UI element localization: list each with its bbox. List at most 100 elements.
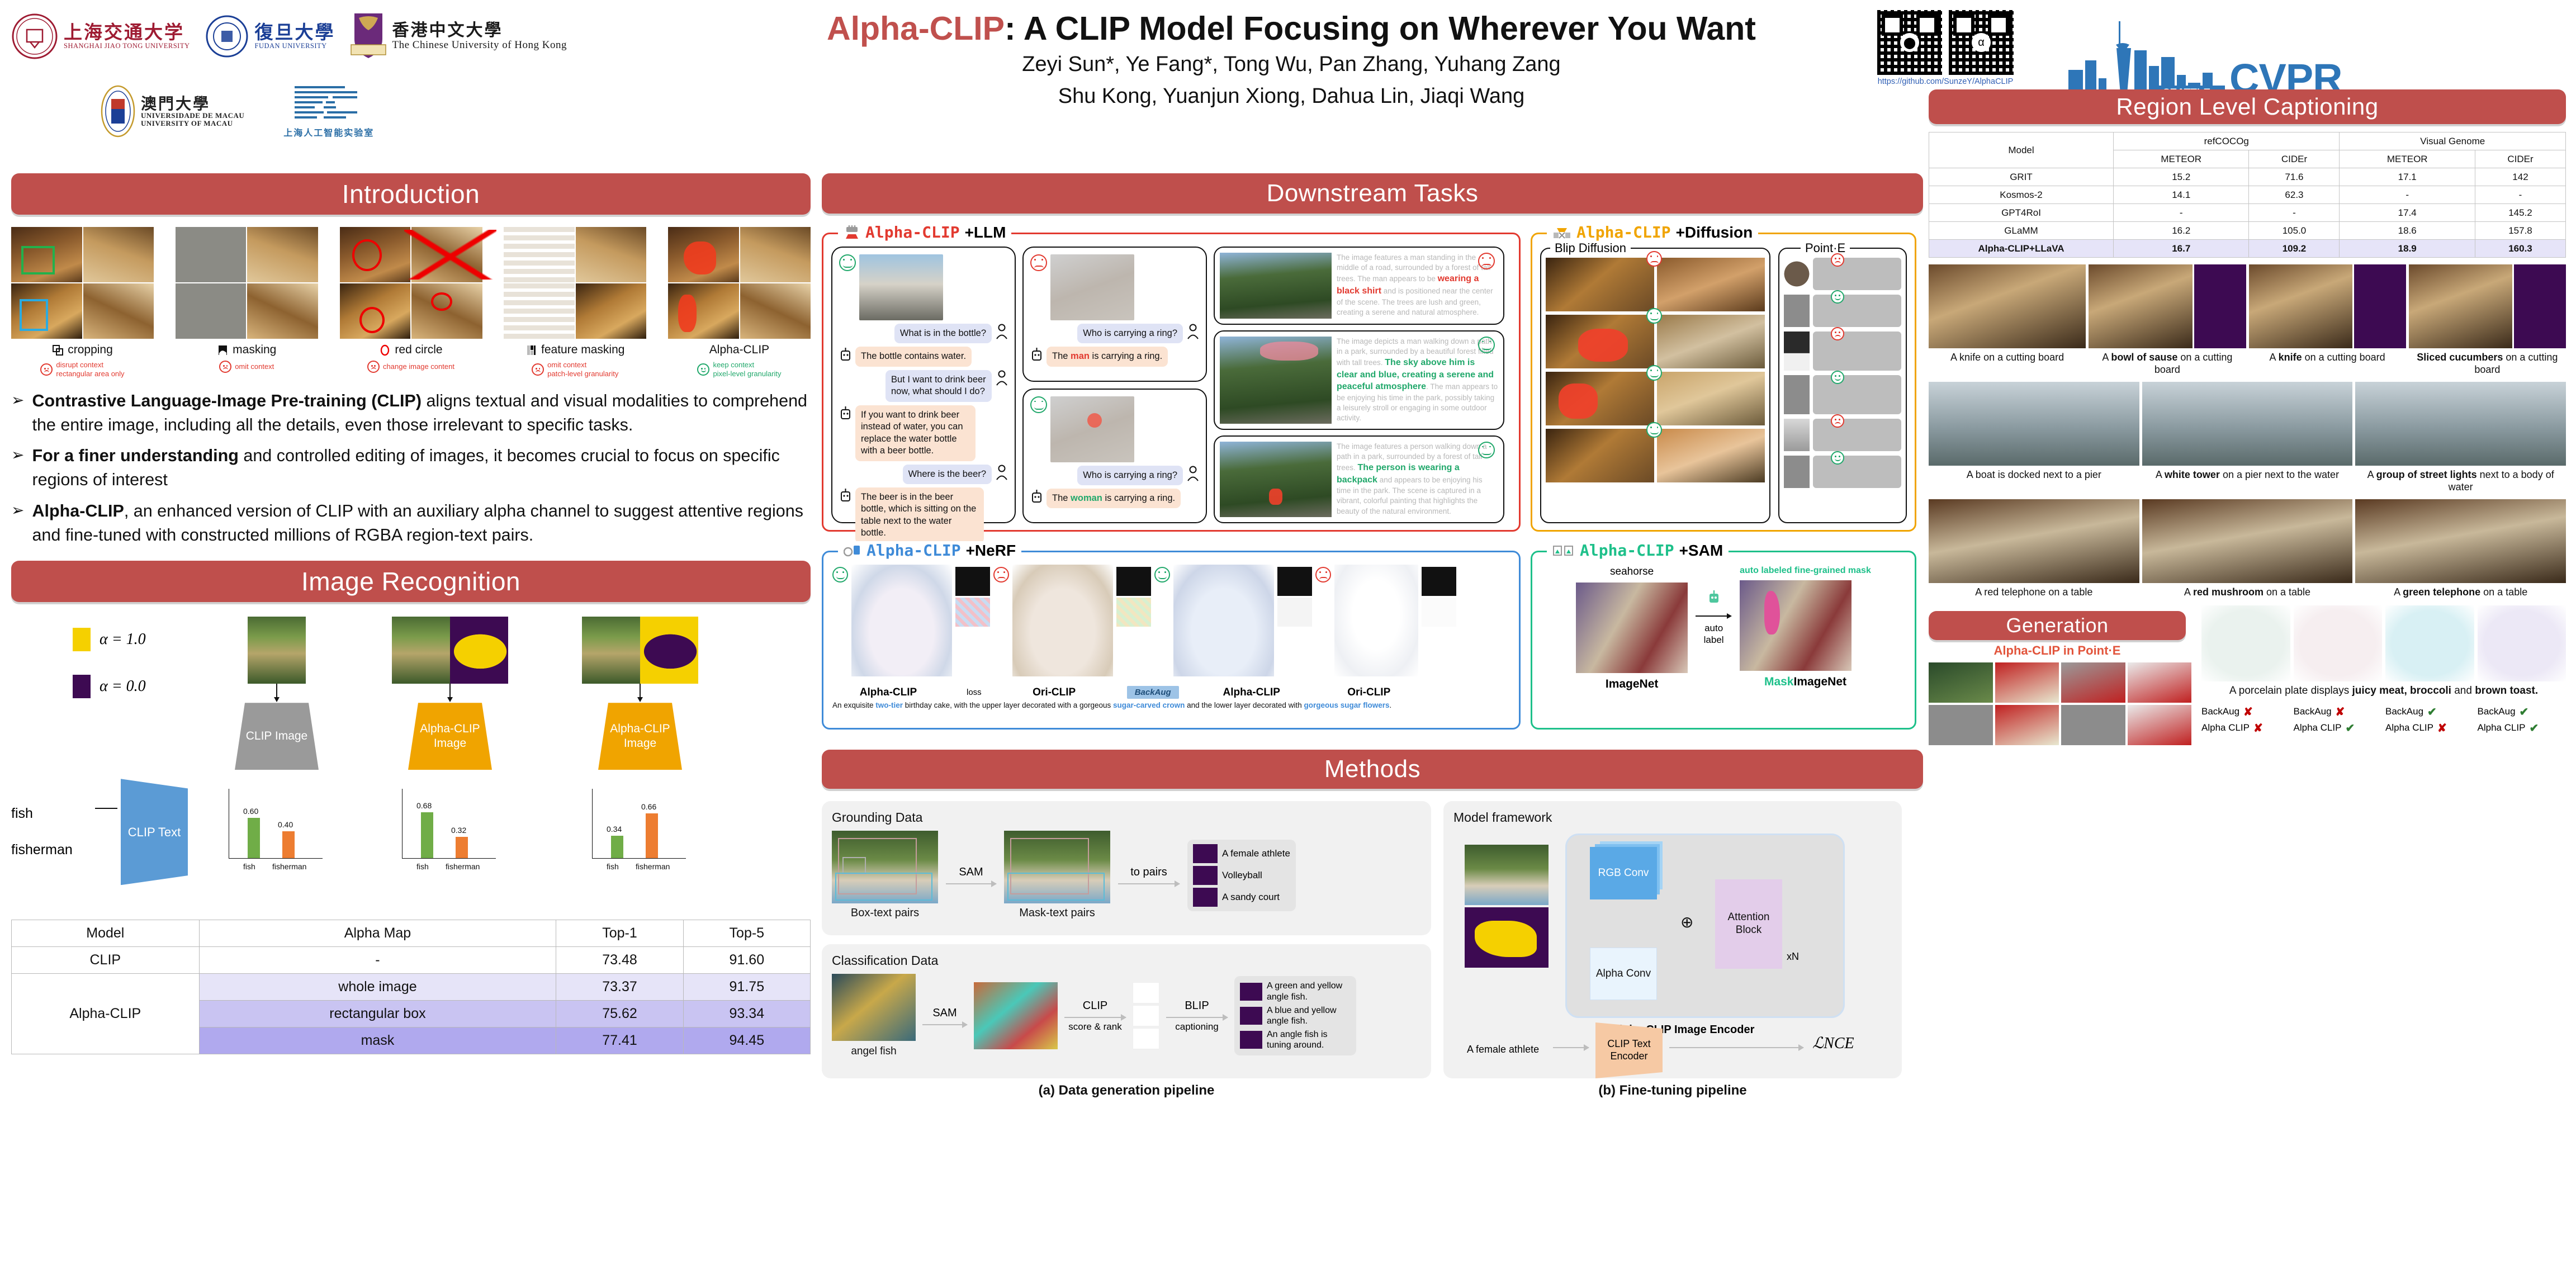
panel-tag-rest: +NeRF xyxy=(965,541,1016,559)
chat-bubble: Where is the beer? xyxy=(902,464,992,484)
nerf-labels: Alpha-CLIP loss Ori-CLIP BackAug Alpha-C… xyxy=(832,686,1510,699)
bar-label-fish: fish xyxy=(243,862,255,872)
happy-face-icon xyxy=(1154,567,1170,583)
downstream-row-bottom: Alpha-CLIP +NeRF Alpha-CLIP loss Ori-CLI… xyxy=(822,541,1923,730)
proposal-photo-masked xyxy=(1050,396,1134,462)
lion-tiger-cage-photo xyxy=(1546,258,1654,311)
qr-code-project[interactable]: α xyxy=(1949,10,2014,75)
grounding-pairs-list: A female athlete Volleyball A sandy cour… xyxy=(1187,839,1296,911)
table-row: CLIP - 73.48 91.60 xyxy=(11,946,811,974)
cell-value: - xyxy=(2248,203,2340,222)
crop-thumb xyxy=(1133,982,1159,1003)
pair-item: A female athlete xyxy=(1193,844,1290,863)
intro-note-line2: patch-level granularity xyxy=(547,370,619,378)
logo-cuhk-cn: 香港中文大學 xyxy=(392,21,503,41)
pointe-output xyxy=(1813,295,1901,327)
bot-avatar-icon xyxy=(841,348,850,361)
th-group-refcocog: refCOCOg xyxy=(2113,132,2340,150)
logo-sail-cn: 上海人工智能实验室 xyxy=(283,127,375,138)
example-mask xyxy=(2514,264,2566,348)
generation-right: A porcelain plate displays juicy meat, b… xyxy=(2201,605,2566,745)
cell-alpha-map: whole image xyxy=(198,973,557,1001)
table-header-row: Model refCOCOg Visual Genome xyxy=(1929,132,2566,168)
diffusion-icon xyxy=(1554,228,1570,239)
logo-sjtu-en: SHANGHAI JIAO TONG UNIVERSITY xyxy=(64,41,190,50)
bar-chart-clip: 0.60 0.40 fish fisherman xyxy=(221,784,333,871)
cell-model: GRIT xyxy=(1929,168,2114,186)
angelfish-photo xyxy=(832,974,916,1041)
sam-icon xyxy=(1553,545,1573,556)
clip-text-encoder: CLIP Text xyxy=(121,779,188,886)
chat-bubble: What is in the bottle? xyxy=(894,324,992,344)
caption-text: The image depicts a man walking down a p… xyxy=(1337,337,1498,424)
methods-caption-b: (b) Fine-tuning pipeline xyxy=(1598,1083,1747,1098)
step-sublabel: captioning xyxy=(1175,1021,1219,1032)
project-url[interactable]: https://github.com/SunzeY/AlphaCLIP xyxy=(1873,77,2018,86)
chat-message-user: Where is the beer? xyxy=(839,464,1008,484)
pair-item: A blue and yellow angle fish. xyxy=(1240,1005,1351,1026)
logo-um-pt: UNIVERSIDADE DE MACAU xyxy=(141,111,245,120)
pointe-thumb xyxy=(2061,662,2125,703)
qr-code-github[interactable]: ⬤ xyxy=(1877,10,1942,75)
sam-figure: seahorse ImageNet auto label auto labele… xyxy=(1542,566,1905,691)
alpha-highlight-person xyxy=(1269,488,1282,505)
intro-figure-note: change image content xyxy=(340,361,482,373)
volleyball-photo xyxy=(1465,845,1549,905)
sam-input-image xyxy=(1576,583,1688,673)
user-avatar-icon xyxy=(1187,466,1199,481)
llm-chat-card-3: Who is carrying a ring? The woman is car… xyxy=(1022,388,1207,523)
cell-value: 160.3 xyxy=(2474,239,2566,258)
th-top5: Top-5 xyxy=(683,920,811,948)
cell-value: 62.3 xyxy=(2248,186,2340,204)
cap-bold: knife xyxy=(2278,352,2302,363)
intro-note-line1: change image content xyxy=(383,362,454,371)
cap-post: on a pier next to the water xyxy=(2219,468,2340,480)
intro-bullet: ➢ Contrastive Language-Image Pre-trainin… xyxy=(11,389,811,438)
caption-example: A group of street lights next to a body … xyxy=(2355,381,2566,494)
panel-tag-mono: Alpha-CLIP xyxy=(1580,541,1674,560)
caption-example: A red telephone on a table xyxy=(1929,499,2139,599)
nerf-view-thumb xyxy=(1116,598,1151,627)
th-metric: METEOR xyxy=(2339,150,2475,168)
answer-highlight: man xyxy=(1071,351,1090,362)
chat-bubble: Who is carrying a ring? xyxy=(1077,324,1183,344)
tiger-masked-photo xyxy=(1546,372,1654,425)
sad-face-icon xyxy=(40,363,53,376)
chat-message-user: Who is carrying a ring? xyxy=(1030,465,1199,485)
th-model: Model xyxy=(11,920,200,948)
alpha-legend-high-label: α = 1.0 xyxy=(100,631,146,648)
sjtu-seal-icon xyxy=(12,13,58,59)
cell-model: CLIP xyxy=(11,946,200,974)
bullet-arrow-icon: ➢ xyxy=(11,391,25,409)
example-caption: A knife on a cutting board xyxy=(2249,352,2406,364)
pointe-thumb xyxy=(2127,662,2191,703)
pointe-output xyxy=(1813,419,1901,451)
methods-finetuning: Model framework RGB Conv Alpha Conv ⊕ At… xyxy=(1443,801,1902,1098)
cell-top1: 77.41 xyxy=(556,1027,684,1055)
alpha-legend-high: α = 1.0 xyxy=(73,628,146,652)
sam-mask-label: auto labeled fine-grained mask xyxy=(1740,566,1871,575)
pair-item: A sandy court xyxy=(1193,887,1290,907)
generation-check-column: BackAug ✔ Alpha CLIP ✘ xyxy=(2385,703,2474,735)
alpha-clip-image-encoder: Alpha-CLIP Image xyxy=(598,703,682,770)
alphaclip-label: Alpha CLIP xyxy=(2385,722,2433,733)
arrow-to-loss xyxy=(1669,1044,1804,1051)
chat-message-bot: The bottle contains water. xyxy=(839,347,1008,367)
cap-post: on a cutting board xyxy=(2302,352,2385,363)
panel-alpha-clip-nerf: Alpha-CLIP +NeRF Alpha-CLIP loss Ori-CLI… xyxy=(822,541,1521,730)
example-caption: A red mushroom on a table xyxy=(2142,586,2353,599)
section-banner-image-recognition: Image Recognition xyxy=(11,561,811,603)
text-input-fish: fish xyxy=(11,806,33,822)
bottle-render xyxy=(1784,419,1810,451)
cell-value: 15.2 xyxy=(2113,168,2250,186)
cap-pre: A xyxy=(2269,352,2279,363)
caption-example: A knife on a cutting board xyxy=(2248,264,2406,376)
sam-left-name: ImageNet xyxy=(1605,678,1659,690)
sam-masked-image xyxy=(1740,580,1852,671)
example-photo xyxy=(2142,381,2353,466)
sam-auto: auto xyxy=(1704,623,1723,633)
caption-example: Sliced cucumbers on a cutting board xyxy=(2408,264,2566,376)
cap-pre: A xyxy=(2102,352,2111,363)
nerf-label: Ori-CLIP xyxy=(1033,686,1076,698)
mask-thumb xyxy=(1193,865,1218,885)
